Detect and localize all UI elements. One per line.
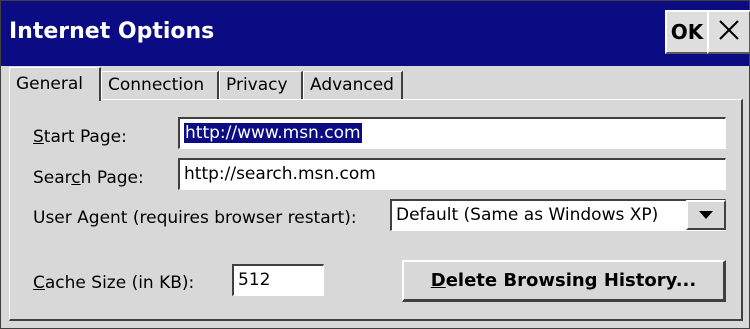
ok-button[interactable]: OK bbox=[665, 10, 709, 54]
start-page-label-text: tart Page: bbox=[43, 127, 127, 147]
delete-history-label: elete Browsing History... bbox=[445, 270, 697, 291]
delete-history-mnemonic: D bbox=[430, 270, 446, 291]
user-agent-select[interactable]: Default (Same as Windows XP) bbox=[390, 199, 726, 231]
start-page-value: http://www.msn.com bbox=[184, 123, 362, 143]
tab-privacy-label: Privacy bbox=[226, 75, 288, 95]
start-page-label-mnemonic: S bbox=[33, 127, 44, 147]
search-page-label-prefix: Sear bbox=[33, 168, 72, 188]
tab-advanced-label: Advanced bbox=[310, 75, 394, 95]
delete-browsing-history-button[interactable]: Delete Browsing History... bbox=[402, 260, 726, 302]
general-tab-panel: Start Page: http://www.msn.com Search Pa… bbox=[9, 99, 743, 321]
tab-general-label: General bbox=[16, 74, 83, 94]
user-agent-label: User Agent (requires browser restart): bbox=[33, 208, 357, 228]
search-page-label-text: h Page: bbox=[80, 168, 144, 188]
tab-general[interactable]: General bbox=[9, 67, 101, 101]
close-icon bbox=[718, 19, 740, 46]
cache-size-label-mnemonic: C bbox=[33, 273, 45, 293]
user-agent-dropdown-button[interactable] bbox=[686, 200, 726, 230]
cache-size-label: Cache Size (in KB): bbox=[33, 273, 194, 293]
close-button[interactable] bbox=[707, 10, 750, 54]
start-page-label: Start Page: bbox=[33, 127, 127, 147]
chevron-down-icon bbox=[699, 211, 713, 219]
cache-size-label-text: ache Size (in KB): bbox=[44, 273, 195, 293]
start-page-field[interactable]: http://www.msn.com bbox=[178, 117, 726, 149]
ok-button-label: OK bbox=[670, 20, 704, 44]
title-bar: Internet Options OK bbox=[1, 1, 750, 66]
cache-size-value: 512 bbox=[238, 270, 271, 290]
user-agent-selected: Default (Same as Windows XP) bbox=[396, 205, 659, 225]
window-title: Internet Options bbox=[9, 19, 215, 44]
tab-connection-label: Connection bbox=[108, 75, 205, 95]
cache-size-field[interactable]: 512 bbox=[232, 264, 324, 296]
internet-options-window: Internet Options OK General Connection P… bbox=[0, 0, 750, 329]
tab-privacy[interactable]: Privacy bbox=[219, 71, 303, 99]
tab-advanced[interactable]: Advanced bbox=[303, 71, 403, 99]
search-page-field[interactable]: http://search.msn.com bbox=[178, 158, 726, 190]
tab-connection[interactable]: Connection bbox=[101, 71, 219, 99]
search-page-value: http://search.msn.com bbox=[184, 164, 376, 184]
search-page-label: Search Page: bbox=[33, 168, 144, 188]
search-page-label-mnemonic: c bbox=[71, 168, 81, 188]
